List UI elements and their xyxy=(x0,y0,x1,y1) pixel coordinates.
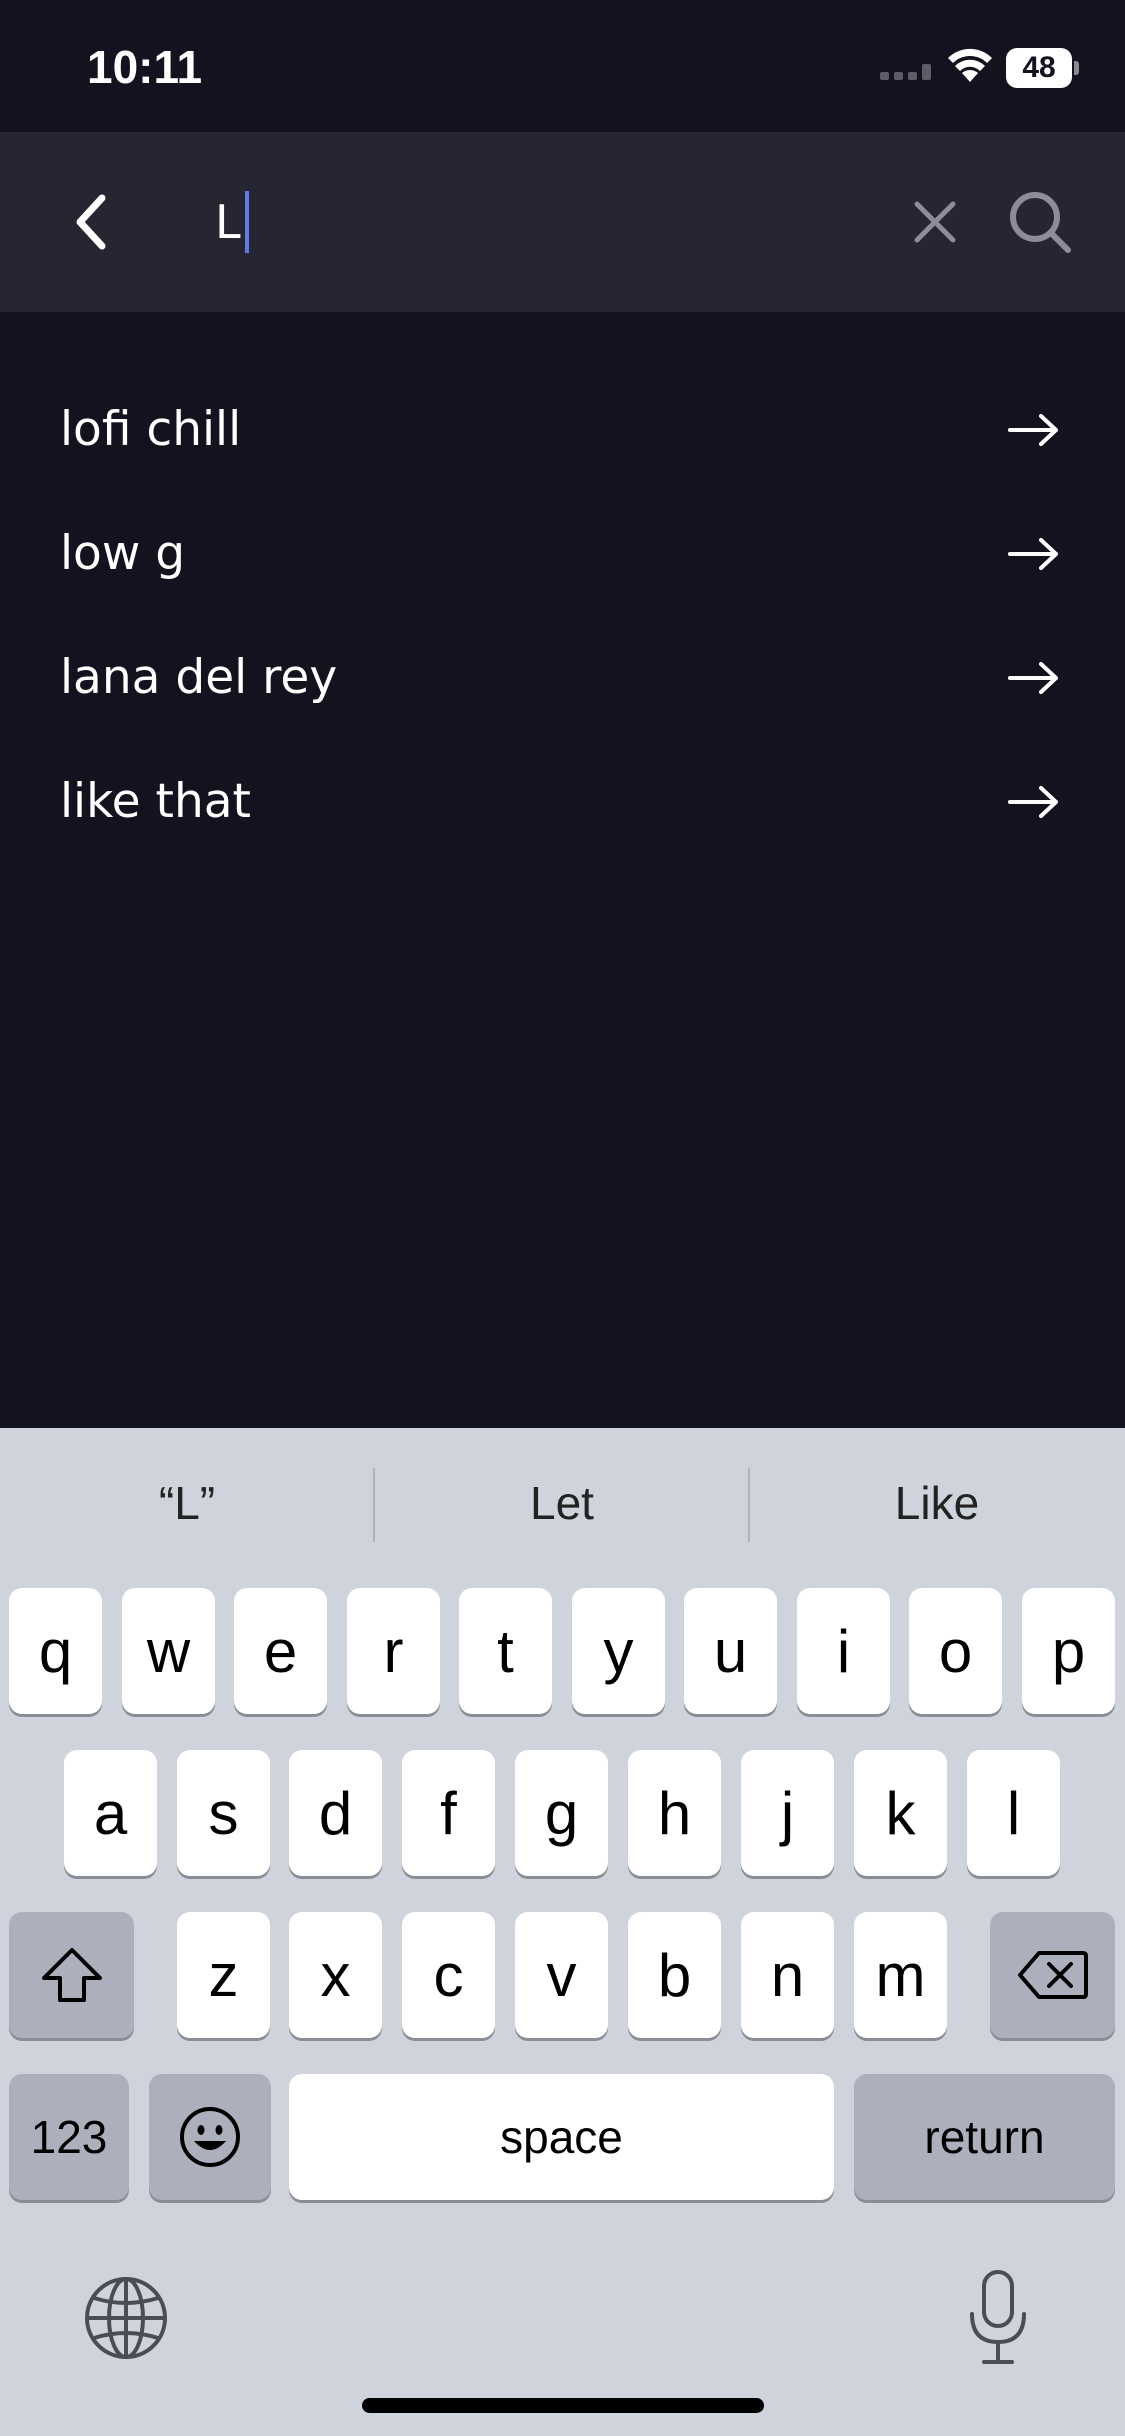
key-j[interactable]: j xyxy=(741,1750,834,1876)
globe-icon xyxy=(85,2277,167,2359)
search-button[interactable] xyxy=(1000,180,1080,264)
suggestion-label: lana del rey xyxy=(60,650,338,705)
key-c[interactable]: c xyxy=(402,1912,495,2038)
emoji-icon xyxy=(180,2107,240,2167)
suggestion-item[interactable]: lana del rey xyxy=(0,620,1125,744)
key-b[interactable]: b xyxy=(628,1912,721,2038)
status-bar: 10:11 48 xyxy=(0,0,1125,132)
backspace-icon xyxy=(1017,1951,1088,1999)
key-a[interactable]: a xyxy=(64,1750,157,1876)
suggestion-label: low g xyxy=(60,526,186,581)
text-caret xyxy=(244,191,249,253)
arrow-right-icon xyxy=(1008,662,1058,694)
key-w[interactable]: w xyxy=(122,1588,215,1714)
chevron-left-icon xyxy=(76,194,106,250)
search-header: L xyxy=(0,132,1125,312)
suggestion-item[interactable]: lofi chill xyxy=(0,372,1125,496)
wifi-icon xyxy=(946,44,994,89)
numbers-key[interactable]: 123 xyxy=(9,2074,129,2200)
battery-icon: 48 xyxy=(1006,48,1079,88)
key-h[interactable]: h xyxy=(628,1750,721,1876)
key-u[interactable]: u xyxy=(684,1588,777,1714)
shift-key[interactable] xyxy=(9,1912,134,2038)
arrow-right-icon xyxy=(1008,414,1058,446)
microphone-button[interactable] xyxy=(964,2268,1032,2368)
key-l[interactable]: l xyxy=(967,1750,1060,1876)
key-e[interactable]: e xyxy=(234,1588,327,1714)
suggestion-item[interactable]: like that xyxy=(0,744,1125,868)
shift-icon xyxy=(41,1948,102,2002)
key-k[interactable]: k xyxy=(854,1750,947,1876)
arrow-right-icon xyxy=(1008,786,1058,818)
prediction-item[interactable]: Like xyxy=(750,1428,1124,1578)
keyboard: “L” Let Like q w e r t y u i o p a s d f… xyxy=(0,1428,1125,2436)
emoji-key[interactable] xyxy=(149,2074,271,2200)
key-z[interactable]: z xyxy=(177,1912,270,2038)
clear-search-button[interactable] xyxy=(900,182,970,262)
suggestion-label: lofi chill xyxy=(60,402,242,457)
prediction-bar: “L” Let Like xyxy=(0,1428,1125,1578)
delete-key[interactable] xyxy=(990,1912,1115,2038)
key-f[interactable]: f xyxy=(402,1750,495,1876)
cellular-signal-icon xyxy=(880,62,932,85)
search-input[interactable]: L xyxy=(215,177,865,267)
microphone-icon xyxy=(970,2270,1026,2364)
key-r[interactable]: r xyxy=(347,1588,440,1714)
key-m[interactable]: m xyxy=(854,1912,947,2038)
key-o[interactable]: o xyxy=(909,1588,1002,1714)
key-q[interactable]: q xyxy=(9,1588,102,1714)
key-g[interactable]: g xyxy=(515,1750,608,1876)
key-n[interactable]: n xyxy=(741,1912,834,2038)
suggestion-label: like that xyxy=(60,774,251,829)
key-d[interactable]: d xyxy=(289,1750,382,1876)
status-time: 10:11 xyxy=(87,41,203,93)
search-icon xyxy=(1010,192,1071,253)
key-t[interactable]: t xyxy=(459,1588,552,1714)
suggestions-list: lofi chill low g lana del rey like that xyxy=(0,372,1125,868)
key-p[interactable]: p xyxy=(1022,1588,1115,1714)
space-key[interactable]: space xyxy=(289,2074,834,2200)
suggestion-item[interactable]: low g xyxy=(0,496,1125,620)
home-indicator xyxy=(362,2398,764,2413)
key-y[interactable]: y xyxy=(572,1588,665,1714)
close-icon xyxy=(914,201,956,243)
key-i[interactable]: i xyxy=(797,1588,890,1714)
return-key[interactable]: return xyxy=(854,2074,1115,2200)
key-v[interactable]: v xyxy=(515,1912,608,2038)
arrow-right-icon xyxy=(1008,538,1058,570)
prediction-item[interactable]: Let xyxy=(375,1428,749,1578)
battery-level: 48 xyxy=(1022,51,1056,84)
globe-button[interactable] xyxy=(82,2274,170,2362)
key-s[interactable]: s xyxy=(177,1750,270,1876)
key-x[interactable]: x xyxy=(289,1912,382,2038)
search-query: L xyxy=(215,195,241,249)
back-button[interactable] xyxy=(55,187,125,257)
prediction-item[interactable]: “L” xyxy=(0,1428,374,1578)
